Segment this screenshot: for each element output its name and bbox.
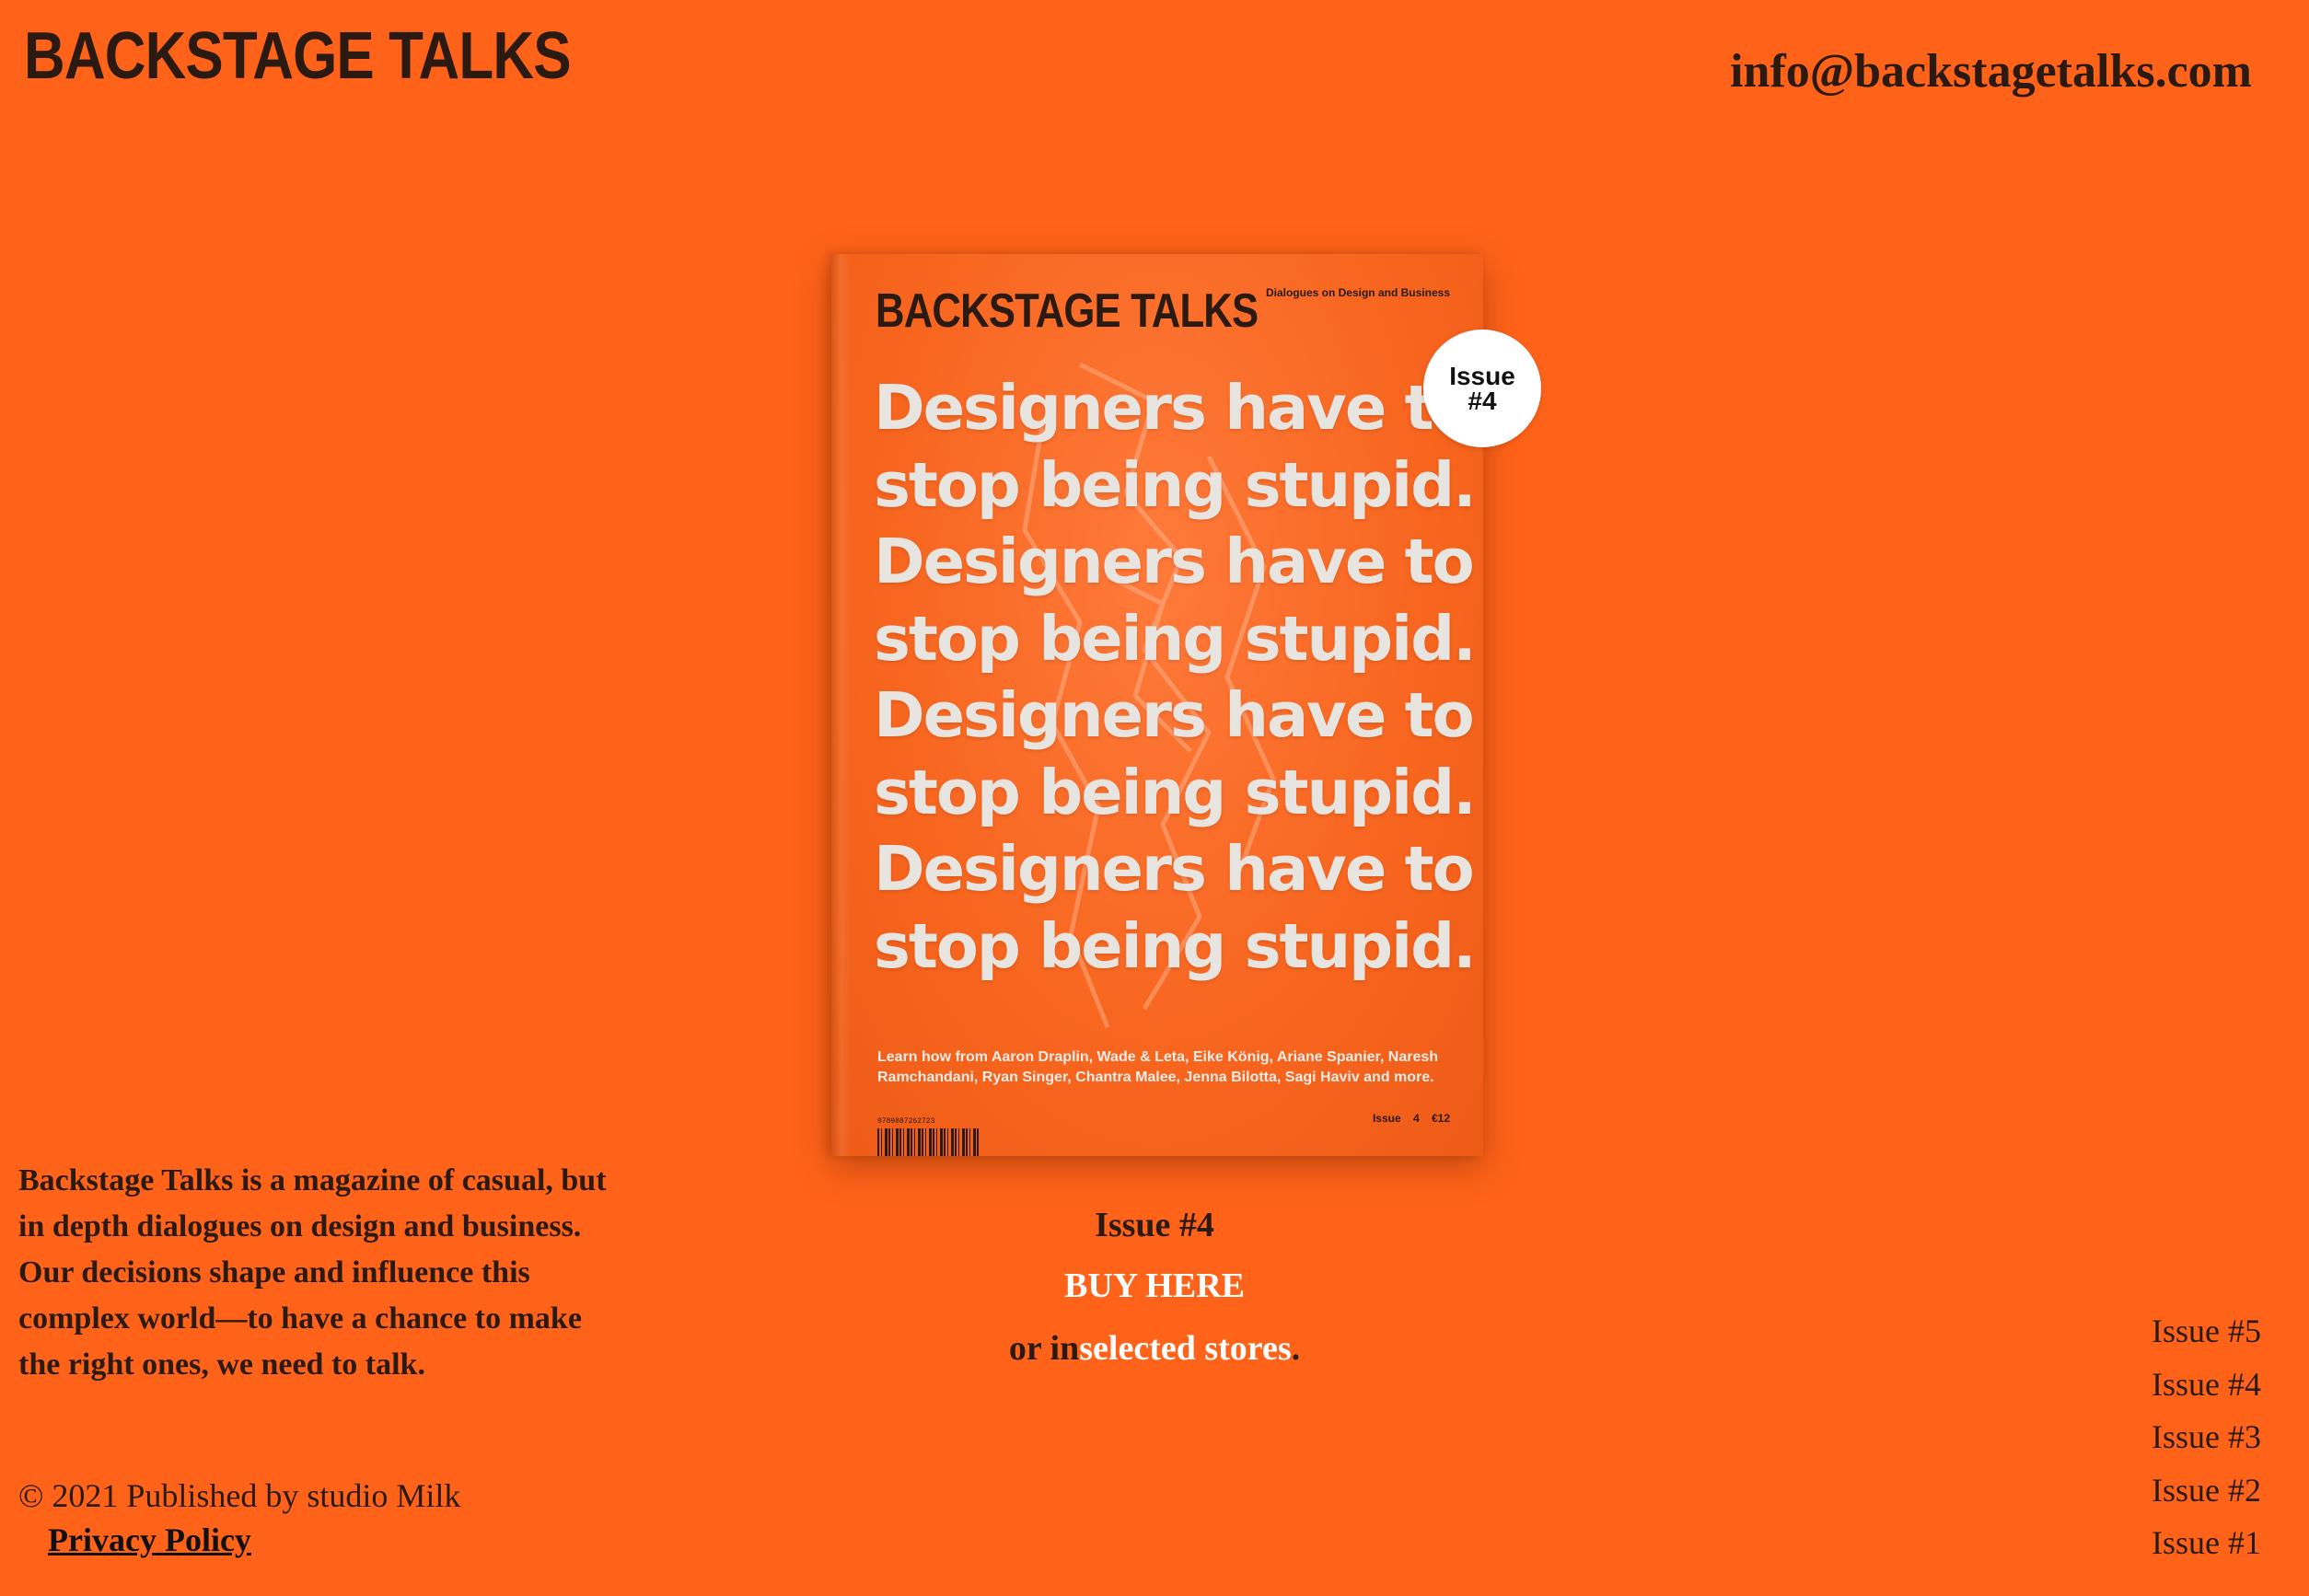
buy-section: Issue #4 BUY HERE or inselected stores. xyxy=(970,1202,1339,1371)
headline-line: stop being stupid. xyxy=(874,448,1477,521)
headline-line: stop being stupid. xyxy=(874,756,1477,828)
cover-isbn: 9789887262723 xyxy=(877,1117,935,1126)
headline-line: stop being stupid. xyxy=(874,909,1477,982)
issue-nav-item-4[interactable]: Issue #4 xyxy=(2077,1359,2261,1412)
issue-nav: Issue #5 Issue #4 Issue #3 Issue #2 Issu… xyxy=(2077,1305,2261,1570)
cover-issue-price: Issue 4 €12 xyxy=(1372,1112,1450,1125)
headline-line: Designers have to xyxy=(874,679,1475,751)
headline-line: Designers have to xyxy=(874,526,1475,597)
about-text: Backstage Talks is a magazine of casual,… xyxy=(18,1163,607,1382)
cover-logo: BACKSTAGE TALKS xyxy=(876,284,1259,338)
privacy-policy-link[interactable]: Privacy Policy xyxy=(48,1521,251,1559)
issue-nav-item-2[interactable]: Issue #2 xyxy=(2077,1464,2261,1518)
headline-line: Designers have to xyxy=(874,372,1475,444)
barcode-icon xyxy=(877,1128,979,1156)
buy-here-link[interactable]: BUY HERE xyxy=(970,1250,1339,1322)
email-link[interactable]: info@backstagetalks.com xyxy=(1730,44,2252,98)
current-issue-label: Issue #4 xyxy=(1095,1206,1214,1244)
site-logo[interactable]: BACKSTAGE TALKS xyxy=(24,18,572,94)
issue-badge: Issue #4 xyxy=(1423,330,1541,447)
cover-blurb: Learn how from Aaron Draplin, Wade & Let… xyxy=(877,1049,1439,1085)
issue-nav-item-1[interactable]: Issue #1 xyxy=(2077,1517,2261,1570)
magazine-cover: BACKSTAGE TALKS Dialogues on Design and … xyxy=(831,254,1483,1156)
issue-nav-item-5[interactable]: Issue #5 xyxy=(2077,1305,2261,1359)
cover-headline: Designers have to stop being stupid. Des… xyxy=(874,370,1477,985)
copyright-text: © 2021 Published by studio Milk xyxy=(18,1477,461,1514)
or-in-text: or in xyxy=(1008,1329,1080,1368)
headline-line: stop being stupid. xyxy=(874,602,1477,675)
headline-line: Designers have to xyxy=(874,833,1475,905)
cover-tagline: Dialogues on Design and Business xyxy=(1265,286,1450,299)
issue-nav-item-3[interactable]: Issue #3 xyxy=(2077,1411,2261,1464)
stores-line: or inselected stores. xyxy=(970,1325,1339,1371)
period-text: . xyxy=(1291,1329,1301,1368)
selected-stores-link[interactable]: selected stores xyxy=(1079,1329,1291,1368)
